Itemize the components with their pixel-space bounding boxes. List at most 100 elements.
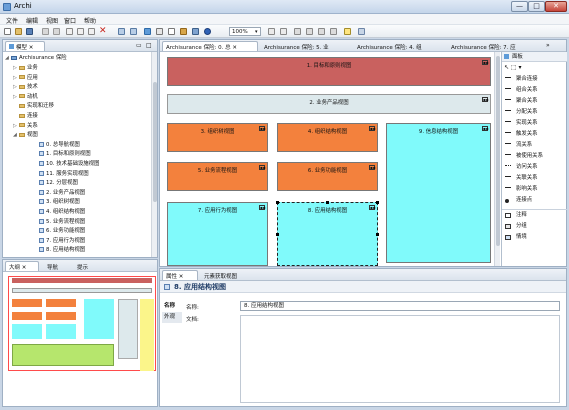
tree-view-item[interactable]: 8. 应用结构视图 <box>39 246 85 256</box>
open-folder-icon[interactable] <box>15 28 22 35</box>
tree-folder-motivation[interactable]: ▷ 动机 <box>13 93 38 103</box>
align-right-icon[interactable] <box>318 28 325 35</box>
close-icon[interactable]: ✕ <box>22 265 27 271</box>
tree-folder-connections[interactable]: 连接 <box>13 112 38 122</box>
help-icon[interactable] <box>204 28 211 35</box>
screenshot-icon[interactable] <box>358 28 365 35</box>
palette-item-sketch[interactable]: 情境 <box>502 232 567 243</box>
palette-item-association[interactable]: 关联关系 <box>502 173 567 184</box>
selection-handle[interactable] <box>276 233 279 236</box>
copy-icon[interactable] <box>77 28 84 35</box>
align-center-icon[interactable] <box>306 28 313 35</box>
palette-item-used-by[interactable]: 被使用关系 <box>502 151 567 162</box>
new-icon[interactable] <box>4 28 11 35</box>
gear-icon[interactable] <box>192 28 199 35</box>
node-app-structure-view-selected[interactable]: 8. 应用结构视图 ▪▪ <box>276 201 379 266</box>
zoom-in-icon[interactable] <box>268 28 275 35</box>
node-business-process-view[interactable]: 5. 业务流程视图 ▪▪ <box>167 162 268 191</box>
tree-folder-application[interactable]: ▷ 应用 <box>13 74 38 84</box>
node-org-tree-view[interactable]: 3. 组织树视图 ▪▪ <box>167 123 268 152</box>
properties-icon[interactable] <box>118 28 125 35</box>
close-icon[interactable]: ✕ <box>179 274 184 280</box>
tree-view-item[interactable]: 7. 应用行为视图 <box>39 237 85 247</box>
palette-item-assignment[interactable]: 分配关系 <box>502 107 567 118</box>
side-tab-appearance[interactable]: 外观 <box>162 312 182 323</box>
node-business-product-view[interactable]: 2. 业务产品视图 ▪▪ <box>167 94 491 114</box>
maximize-button[interactable]: □ <box>528 1 545 12</box>
palette-item-access[interactable]: 访问关系 <box>502 162 567 173</box>
selection-handle[interactable] <box>376 201 379 204</box>
palette-item-flow[interactable]: 流关系 <box>502 140 567 151</box>
menu-window[interactable]: 窗口 <box>64 16 76 25</box>
palette-item-composition[interactable]: 组合关系 <box>502 85 567 96</box>
node-info-structure-view[interactable]: 9. 信息结构视图 ▪▪ <box>386 123 491 263</box>
palette-item-realization[interactable]: 实现关系 <box>502 118 567 129</box>
tree-folder-relations[interactable]: ▷ 关系 <box>13 122 38 132</box>
palette-tools[interactable]: ↖ ⬚ ▾ <box>504 64 564 73</box>
documentation-field[interactable] <box>240 315 560 403</box>
palette-item-note[interactable]: 注释 <box>502 210 567 221</box>
name-field[interactable]: 8. 应用结构视图 <box>240 301 560 311</box>
scroll-thumb[interactable] <box>496 56 500 246</box>
close-button[interactable]: ✕ <box>545 1 567 12</box>
close-icon[interactable]: ✕ <box>29 45 34 51</box>
tab-hints[interactable]: 提示 <box>73 261 103 271</box>
zoom-out-icon[interactable] <box>280 28 287 35</box>
tab-navigator[interactable]: 导航 <box>43 261 73 271</box>
tab-view-0[interactable]: Archisurance 保险: 0. 总 ✕ <box>162 41 258 51</box>
selection-handle[interactable] <box>376 233 379 236</box>
tab-view-4[interactable]: Archisurance 保险: 4. 组 <box>353 41 445 51</box>
delete-icon[interactable]: ✕ <box>99 26 107 36</box>
menu-help[interactable]: 帮助 <box>84 16 96 25</box>
canvas-scrollbar[interactable] <box>494 52 500 266</box>
menu-view[interactable]: 视图 <box>46 16 58 25</box>
redo-icon[interactable] <box>53 28 60 35</box>
tab-view-7[interactable]: Archisurance 保险: 7. 应 <box>447 41 541 51</box>
side-tab-name[interactable]: 名称 <box>162 301 182 312</box>
menu-file[interactable]: 文件 <box>6 16 18 25</box>
note-icon[interactable] <box>344 28 351 35</box>
selection-handle[interactable] <box>326 201 329 204</box>
more-tabs-icon[interactable]: » <box>546 42 550 49</box>
scroll-thumb[interactable] <box>153 82 157 202</box>
tree-view-item[interactable]: 11. 服务实现视图 <box>39 170 89 180</box>
maximize-view-icon[interactable]: □ <box>146 42 152 49</box>
diagram-canvas[interactable]: 1. 目标和原则视图 ▪▪ 2. 业务产品视图 ▪▪ 3. 组织树视图 ▪▪ 4. 组… <box>160 52 500 266</box>
palette-item-group[interactable]: 分组 <box>502 221 567 232</box>
tree-view-item[interactable]: 5. 业务流程视图 <box>39 218 85 228</box>
tree-root[interactable]: ◢ Archisurance 保险 <box>5 54 67 64</box>
cut-icon[interactable] <box>66 28 73 35</box>
model-tree-scrollbar[interactable] <box>151 52 157 257</box>
tree-view-item[interactable]: 2. 业务产品视图 <box>39 189 85 199</box>
palette-item-junction-point[interactable]: 连接点 <box>502 195 567 206</box>
palette-item-junction[interactable]: 聚合连接 <box>502 74 567 85</box>
tree-folder-implementation[interactable]: 实现和迁移 <box>13 102 54 112</box>
tree-view-item[interactable]: 12. 分层视图 <box>39 179 78 189</box>
selection-handle[interactable] <box>276 201 279 204</box>
tree-view-item[interactable]: 3. 组织树视图 <box>39 198 80 208</box>
tree-folder-views[interactable]: ◢ 视图 <box>13 131 38 141</box>
tab-outline[interactable]: 大纲 ✕ <box>5 261 39 271</box>
tab-model[interactable]: 模型 ✕ <box>5 41 45 51</box>
match-size-icon[interactable] <box>330 28 337 35</box>
tree-folder-business[interactable]: ▷ 业务 <box>13 64 38 74</box>
outline-thumbnail[interactable] <box>6 274 156 404</box>
tree-view-item[interactable]: 10. 技术基础设施视图 <box>39 160 99 170</box>
node-goals-view[interactable]: 1. 目标和原则视图 ▪▪ <box>167 57 491 86</box>
node-app-behavior-view[interactable]: 7. 应用行为视图 ▪▪ <box>167 202 268 266</box>
node-org-structure-view[interactable]: 4. 组织结构视图 ▪▪ <box>277 123 378 152</box>
tab-view-5[interactable]: Archisurance 保险: 5. 业 <box>260 41 352 51</box>
tab-properties[interactable]: 属性 ✕ <box>162 270 198 280</box>
close-icon[interactable]: ✕ <box>232 45 237 51</box>
tab-element-usage[interactable]: 元素获取视图 <box>200 270 260 280</box>
palette-header[interactable]: 面板 <box>502 52 567 62</box>
chevron-down-icon[interactable]: ▾ <box>255 29 258 35</box>
model-tree-icon[interactable] <box>144 28 151 35</box>
paste-icon[interactable] <box>88 28 95 35</box>
palette-icon[interactable] <box>168 28 175 35</box>
undo-icon[interactable] <box>42 28 49 35</box>
tree-view-item[interactable]: 0. 总导航视图 <box>39 141 80 151</box>
tree-view-item[interactable]: 6. 业务功能视图 <box>39 227 85 237</box>
tree-view-item[interactable]: 4. 组织结构视图 <box>39 208 85 218</box>
palette-item-triggering[interactable]: 触发关系 <box>502 129 567 140</box>
